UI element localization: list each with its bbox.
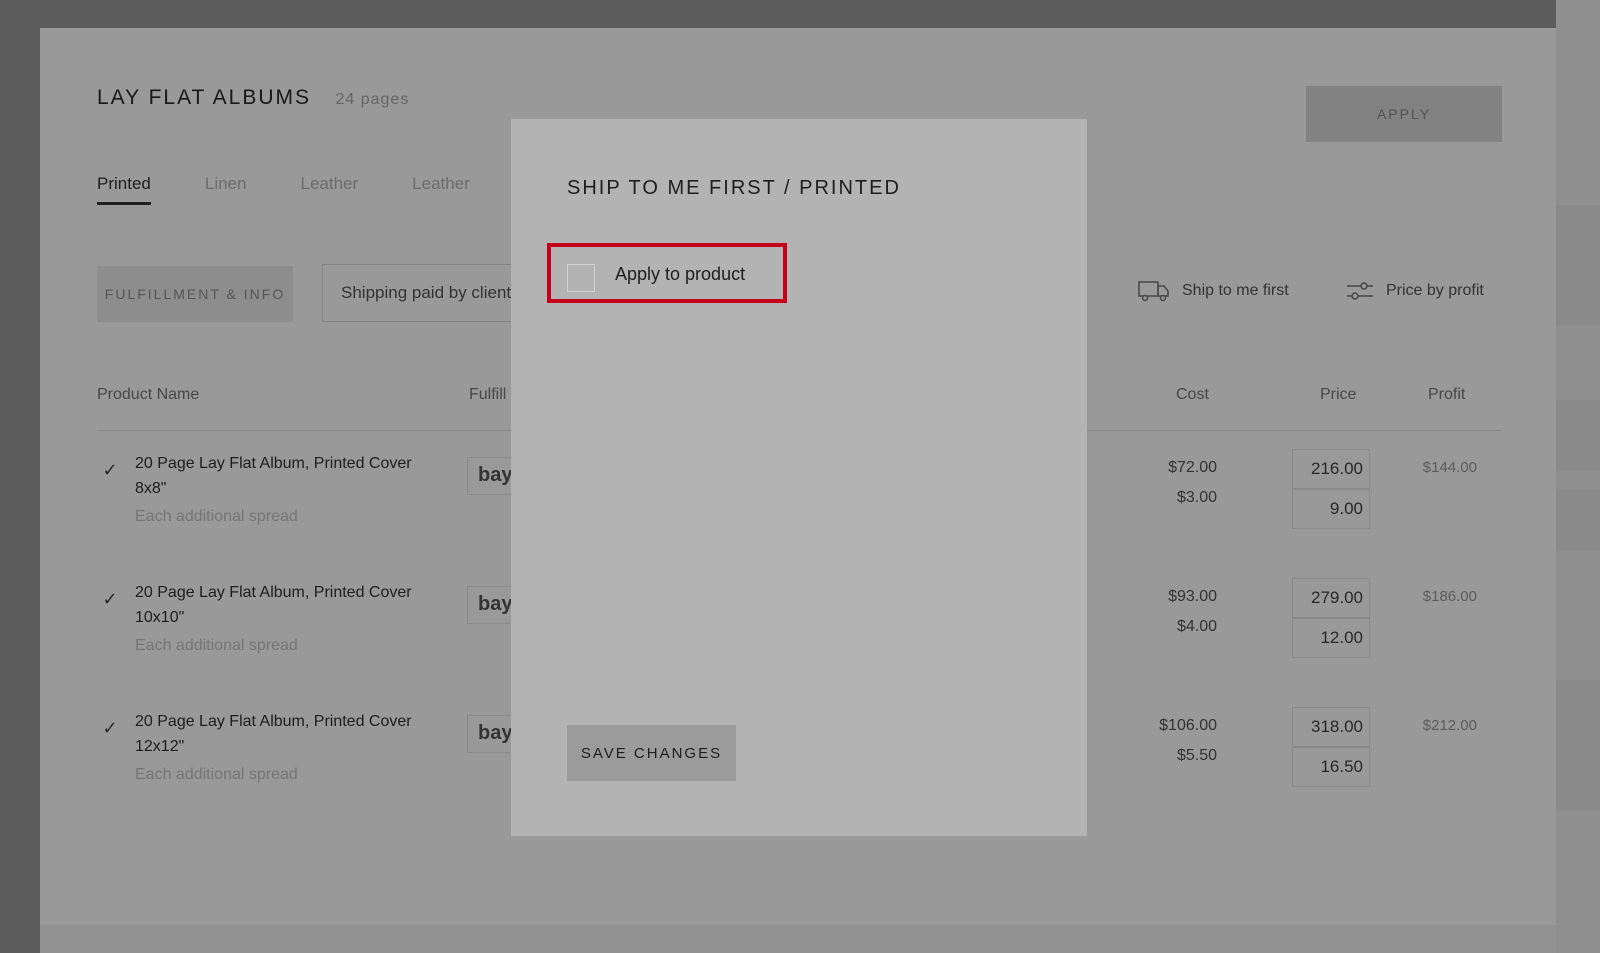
apply-to-product-label[interactable]: Apply to product bbox=[615, 264, 745, 285]
ship-to-me-first-modal: SHIP TO ME FIRST / PRINTED Apply to prod… bbox=[511, 119, 1087, 836]
save-changes-button[interactable]: SAVE CHANGES bbox=[567, 725, 736, 781]
apply-to-product-checkbox[interactable] bbox=[567, 264, 595, 292]
modal-title: SHIP TO ME FIRST / PRINTED bbox=[567, 177, 901, 199]
